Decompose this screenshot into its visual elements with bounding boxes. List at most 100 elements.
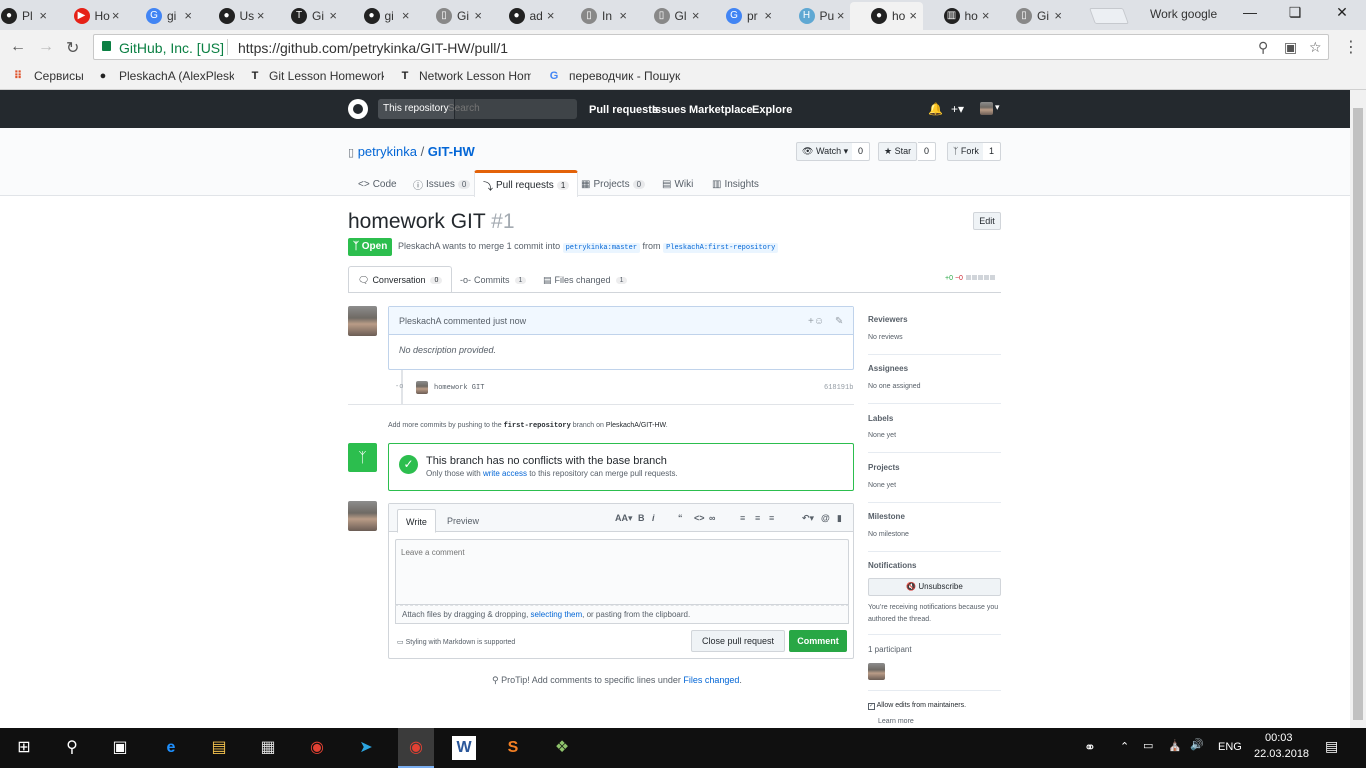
bold-icon[interactable]: B xyxy=(638,513,645,523)
nav-explore[interactable]: Explore xyxy=(752,104,792,116)
volume-icon[interactable]: 🔊 xyxy=(1190,738,1204,751)
tab-pull-requests[interactable]: ⤵ Pull requests 1 xyxy=(474,170,579,197)
sublime-icon[interactable]: S xyxy=(501,736,525,760)
plus-dropdown-icon[interactable]: +▾ xyxy=(951,102,964,116)
restore-icon[interactable]: ❏ xyxy=(1275,4,1315,21)
saved-reply-icon[interactable]: ▮ xyxy=(837,513,842,524)
chevron-down-icon[interactable]: ▾ xyxy=(995,102,1000,113)
github-logo-icon[interactable] xyxy=(348,99,368,119)
bell-icon[interactable]: 🔔 xyxy=(928,102,943,116)
attach-files-hint[interactable]: Attach files by dragging & dropping, sel… xyxy=(395,605,849,624)
address-bar[interactable]: GitHub, Inc. [US] https://github.com/pet… xyxy=(93,34,1329,60)
nav-issues[interactable]: Issues xyxy=(652,104,686,116)
tab-preview[interactable]: Preview xyxy=(439,511,487,532)
commit-sha[interactable]: 618191b xyxy=(824,384,853,392)
profile-name[interactable]: Work google xyxy=(1150,7,1217,21)
browser-tab[interactable]: ● Pl × xyxy=(0,2,53,30)
browser-tab[interactable]: Ggi × xyxy=(125,2,198,30)
browser-tab[interactable]: ● gi × xyxy=(343,2,416,30)
wifi-icon[interactable]: ⛪ xyxy=(1168,739,1182,752)
file-explorer-icon[interactable]: ▤ xyxy=(207,736,231,760)
edge-icon[interactable]: e xyxy=(159,736,183,760)
comment-time[interactable]: commented just now xyxy=(444,316,527,326)
browser-tab[interactable]: ▯ Gi × xyxy=(415,2,488,30)
tab-write[interactable]: Write xyxy=(397,509,436,533)
close-tab-icon[interactable]: × xyxy=(402,8,410,23)
new-tab-button[interactable] xyxy=(1089,8,1129,24)
browser-tab[interactable]: ● ho × xyxy=(850,2,923,30)
commit-author-avatar[interactable] xyxy=(416,381,428,394)
browser-tab[interactable]: ● Us × xyxy=(198,2,271,30)
bullet-list-icon[interactable]: ≡ xyxy=(740,513,745,523)
comment-button[interactable]: Comment xyxy=(789,630,847,652)
page-scrollbar[interactable] xyxy=(1350,90,1366,728)
fork-button[interactable]: ᛉ Fork xyxy=(947,142,985,161)
tab-files-changed[interactable]: ▤ Files changed 1 xyxy=(543,268,628,292)
chrome-active-icon[interactable]: ◉ xyxy=(398,728,434,768)
fork-count[interactable]: 1 xyxy=(983,142,1002,161)
notification-center-icon[interactable]: ▤ xyxy=(1325,738,1338,755)
current-user-avatar[interactable] xyxy=(348,501,377,531)
pencil-icon[interactable]: ✎ xyxy=(835,316,843,327)
browser-tab[interactable]: T Gi × xyxy=(270,2,343,30)
markdown-hint[interactable]: ▭ Styling with Markdown is supported xyxy=(397,638,515,646)
close-tab-icon[interactable]: × xyxy=(39,8,47,23)
base-branch[interactable]: petrykinka:master xyxy=(562,243,641,253)
tab-conversation[interactable]: 🗨 Conversation 0 xyxy=(348,266,453,293)
browser-tab[interactable]: Gpr × xyxy=(705,2,778,30)
bookmark-item[interactable]: Сервисы xyxy=(34,69,89,83)
battery-icon[interactable]: ▭ xyxy=(1143,739,1153,752)
task-list-icon[interactable]: ≡ xyxy=(769,513,774,523)
repo-owner-link[interactable]: petrykinka xyxy=(358,144,417,159)
write-access-link[interactable]: write access xyxy=(483,469,527,478)
language-indicator[interactable]: ENG xyxy=(1218,741,1242,753)
close-tab-icon[interactable]: × xyxy=(982,8,990,23)
bookmark-item[interactable]: Git Lesson Homework xyxy=(269,69,384,83)
close-tab-icon[interactable]: × xyxy=(909,8,917,23)
italic-icon[interactable]: i xyxy=(652,513,655,523)
close-tab-icon[interactable]: × xyxy=(837,8,845,23)
assignees-heading[interactable]: Assignees xyxy=(868,364,908,373)
people-icon[interactable]: ⚭ xyxy=(1084,739,1096,756)
browser-tab[interactable]: ▶ Ho × xyxy=(53,2,126,30)
close-window-icon[interactable]: ✕ xyxy=(1322,4,1362,21)
windows-start-icon[interactable]: ⊞ xyxy=(12,736,36,760)
close-pr-button[interactable]: Close pull request xyxy=(691,630,785,652)
tab-insights[interactable]: ▥ Insights xyxy=(712,172,759,196)
tab-projects[interactable]: ▦ Projects 0 xyxy=(581,172,646,196)
browser-tab[interactable]: ▯ Gi × xyxy=(995,2,1068,30)
comment-author[interactable]: PleskachA xyxy=(399,316,441,326)
edit-title-button[interactable]: Edit xyxy=(973,212,1001,230)
git-kraken-icon[interactable]: ❖ xyxy=(550,736,574,760)
bookmark-item[interactable]: переводчик - Пошук xyxy=(569,69,684,83)
browser-tab[interactable]: ● ad × xyxy=(488,2,561,30)
close-tab-icon[interactable]: × xyxy=(329,8,337,23)
chevron-up-icon[interactable]: ⌃ xyxy=(1120,740,1129,753)
close-tab-icon[interactable]: × xyxy=(474,8,482,23)
tab-wiki[interactable]: ▤ Wiki xyxy=(662,172,693,196)
url-text[interactable]: https://github.com/petrykinka/GIT-HW/pul… xyxy=(238,40,508,56)
select-files-link[interactable]: selecting them xyxy=(531,610,583,619)
tab-issues[interactable]: ⓘ Issues 0 xyxy=(413,172,471,196)
labels-heading[interactable]: Labels xyxy=(868,414,893,423)
tab-code[interactable]: <> Code xyxy=(358,172,397,196)
bookmark-star-icon[interactable]: ☆ xyxy=(1309,39,1322,56)
projects-heading[interactable]: Projects xyxy=(868,463,900,472)
close-tab-icon[interactable]: × xyxy=(764,8,772,23)
user-avatar[interactable] xyxy=(980,102,993,115)
close-tab-icon[interactable]: × xyxy=(619,8,627,23)
clock-date[interactable]: 22.03.2018 xyxy=(1254,748,1309,760)
code-icon[interactable]: <> xyxy=(694,513,705,523)
browser-tab[interactable]: ▯ In × xyxy=(560,2,633,30)
browser-tab[interactable]: ▯ Gl × xyxy=(633,2,706,30)
forward-arrow-icon[interactable]: → xyxy=(38,38,54,56)
files-changed-link[interactable]: Files changed xyxy=(683,675,739,685)
telegram-icon[interactable]: ➤ xyxy=(354,736,378,760)
search-input[interactable] xyxy=(448,103,568,114)
store-icon[interactable]: ▦ xyxy=(256,736,280,760)
close-tab-icon[interactable]: × xyxy=(692,8,700,23)
reviewers-heading[interactable]: Reviewers xyxy=(868,315,908,324)
tab-commits[interactable]: -o- Commits 1 xyxy=(460,268,527,292)
chrome-menu-icon[interactable]: ⋮ xyxy=(1343,37,1359,57)
learn-more-link[interactable]: Learn more xyxy=(878,718,914,725)
